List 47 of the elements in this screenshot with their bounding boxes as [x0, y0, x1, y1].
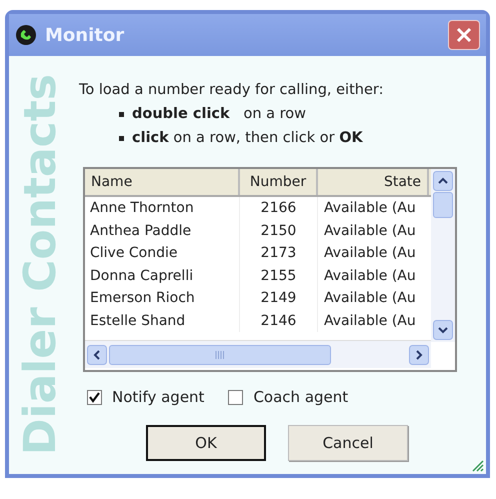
close-icon	[456, 27, 472, 43]
resize-grip-icon[interactable]	[470, 458, 484, 472]
phone-icon	[15, 24, 37, 46]
table-cell-text: Available (Au	[323, 266, 417, 286]
horizontal-scrollbar[interactable]	[85, 340, 431, 368]
column-header[interactable]: Number	[240, 169, 318, 196]
table-cell-text: Available (Au	[323, 222, 417, 241]
bullet-icon	[119, 136, 124, 141]
instruction-item: double click on a row	[132, 104, 306, 124]
checkbox-label[interactable]: Coach agent	[253, 386, 348, 409]
checkbox[interactable]	[87, 390, 102, 405]
table-cell: Clive Condie	[85, 242, 240, 265]
instruction-text: To load a number ready for calling, either:	[79, 81, 384, 100]
bullet-icon	[119, 112, 124, 118]
scroll-right-icon[interactable]	[409, 344, 429, 365]
instruction-item: click on a row, then click or OK	[132, 128, 363, 148]
table-cell: Emerson Rioch	[85, 287, 240, 310]
vertical-scrollbar[interactable]	[431, 169, 455, 342]
table-cell: 2146	[240, 310, 318, 332]
close-button[interactable]	[448, 20, 480, 50]
window-title: Monitor	[45, 24, 124, 48]
table-cell: 2150	[240, 220, 318, 242]
table-cell: 2173	[240, 242, 318, 265]
table-cell: 2149	[240, 287, 318, 310]
table-cell: 2155	[240, 264, 318, 288]
table-cell-text: Available (Au	[323, 199, 417, 218]
table-cell-text: Available (Au	[323, 312, 417, 331]
table-cell: Donna Caprelli	[85, 264, 240, 288]
scroll-down-icon[interactable]	[433, 320, 453, 340]
checkbox[interactable]	[228, 390, 244, 405]
column-header[interactable]: State	[318, 169, 429, 196]
scroll-left-icon[interactable]	[87, 344, 107, 365]
table-cell: 2166	[240, 197, 318, 220]
side-label: Dialer Contacts	[14, 74, 67, 456]
ok-button[interactable]: OK	[146, 424, 266, 461]
scroll-thumb[interactable]	[433, 192, 453, 218]
table-cell-text: Available (Au	[323, 289, 417, 308]
table-cell: Estelle Shand	[85, 310, 240, 332]
grip-icon	[215, 350, 225, 359]
scroll-thumb[interactable]	[109, 344, 331, 365]
checkbox-label[interactable]: Notify agent	[112, 386, 204, 409]
cancel-button[interactable]: Cancel	[288, 424, 408, 461]
scroll-up-icon[interactable]	[433, 171, 453, 192]
table-cell-text: Available (Au	[323, 244, 417, 264]
column-header[interactable]: Name	[85, 169, 240, 196]
table-cell: Anne Thornton	[85, 197, 240, 220]
table-cell: Anthea Paddle	[85, 220, 240, 242]
